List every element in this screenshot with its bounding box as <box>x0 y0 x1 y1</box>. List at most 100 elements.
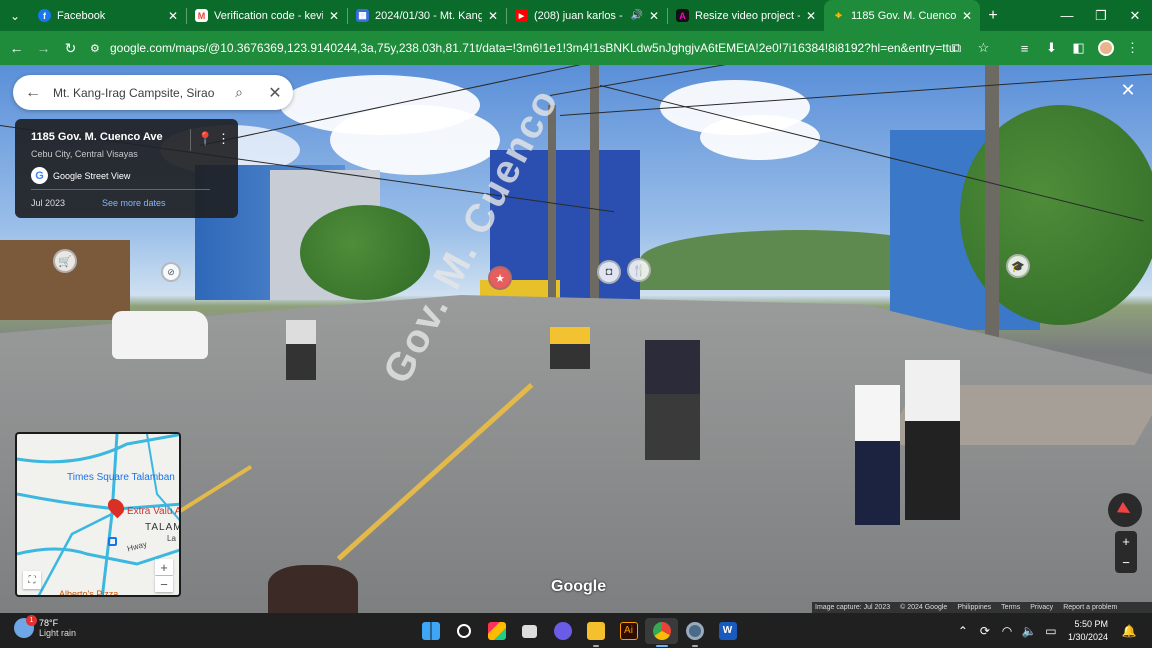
tab-title: Resize video project - Janu <box>695 9 800 22</box>
close-window-icon[interactable]: ✕ <box>1118 0 1152 31</box>
file-explorer-button[interactable] <box>579 618 612 647</box>
url-text[interactable]: google.com/maps/@10.3676369,123.9140244,… <box>110 41 956 55</box>
download-icon[interactable]: ⬇ <box>1038 40 1065 56</box>
tab-facebook[interactable]: f Facebook ✕ <box>30 0 186 31</box>
school-icon[interactable]: 🎓 <box>1006 254 1030 278</box>
cloud <box>700 115 820 160</box>
address-title: 1185 Gov. M. Cuenco Ave <box>31 131 163 143</box>
taskbar-apps: Ai W <box>414 618 744 647</box>
word-button[interactable]: W <box>711 618 744 644</box>
calendar-icon: ▦ <box>356 9 369 22</box>
zoom-in-button[interactable]: + <box>1115 531 1137 552</box>
tab-resize-video[interactable]: A Resize video project - Janu ✕ <box>668 0 824 31</box>
tab-search-icon[interactable]: ⌄ <box>0 0 30 31</box>
tab-gmail[interactable]: M Verification code - kevinm ✕ <box>187 0 347 31</box>
maps-search-box: ← ⌕ ✕ <box>13 75 293 110</box>
close-tab-icon[interactable]: ✕ <box>168 9 178 23</box>
notification-badge: 1 <box>26 615 37 626</box>
reading-list-icon[interactable]: ≡ <box>1011 41 1038 56</box>
start-button[interactable] <box>414 618 447 644</box>
bookmark-star-icon[interactable]: ☆ <box>970 40 997 56</box>
cloud <box>330 105 500 175</box>
weather-widget[interactable]: 1 78°F Light rain <box>14 615 76 638</box>
windows-taskbar: 1 78°F Light rain Ai W ⌃ ⟳ ◠ 🔈 ▭ 5:50 PM… <box>0 613 1152 648</box>
minimap[interactable]: Times Square Talamban Extra Valu A TALAM… <box>15 432 181 597</box>
task-view-button[interactable] <box>513 618 546 644</box>
close-tab-icon[interactable]: ✕ <box>962 9 972 23</box>
map-label: TALAM <box>145 522 181 533</box>
close-tab-icon[interactable]: ✕ <box>488 9 498 23</box>
privacy-link[interactable]: Privacy <box>1030 604 1053 611</box>
close-tab-icon[interactable]: ✕ <box>806 9 816 23</box>
folder-icon <box>586 622 605 640</box>
kebab-menu-icon[interactable]: ⋮ <box>1119 40 1146 56</box>
minimap-zoom-out-button[interactable]: − <box>155 576 173 592</box>
shopping-bag-icon[interactable]: ◘ <box>597 260 621 284</box>
close-street-view-icon[interactable]: ✕ <box>1116 78 1140 102</box>
minimap-zoom-in-button[interactable]: + <box>155 559 173 575</box>
chrome-button[interactable] <box>645 618 678 647</box>
widgets-button[interactable] <box>480 618 513 644</box>
chevron-up-icon[interactable]: ⌃ <box>952 624 974 638</box>
teams-chat-button[interactable] <box>546 618 579 644</box>
chrome-icon <box>652 622 671 640</box>
compass-icon[interactable] <box>1108 493 1142 527</box>
zoom-out-button[interactable]: − <box>1115 552 1137 573</box>
gear-icon <box>685 622 704 640</box>
restaurant-icon[interactable]: 🍴 <box>627 258 651 282</box>
install-app-icon[interactable]: ⧉ <box>943 40 970 56</box>
wifi-icon[interactable]: ◠ <box>996 624 1018 638</box>
region-link[interactable]: Philippines <box>957 604 991 611</box>
street-view-info-card: 1185 Gov. M. Cuenco Ave Cebu City, Centr… <box>15 119 238 218</box>
address-bar[interactable]: ⚙ google.com/maps/@10.3676369,123.914024… <box>90 35 1008 61</box>
widgets-icon <box>487 622 506 640</box>
tab-calendar[interactable]: ▦ 2024/01/30 - Mt. Kang-irag ✕ <box>348 0 506 31</box>
reload-icon[interactable]: ↻ <box>57 31 84 65</box>
search-input[interactable] <box>53 85 221 100</box>
map-label: La <box>167 534 176 543</box>
google-watermark: Google <box>551 578 607 595</box>
close-tab-icon[interactable]: ✕ <box>649 9 659 23</box>
sync-icon[interactable]: ⟳ <box>974 624 996 638</box>
tab-maps[interactable]: ⌖ 1185 Gov. M. Cuenco Ave ✕ <box>824 0 980 31</box>
tree <box>300 205 430 300</box>
divider <box>31 189 210 190</box>
back-arrow-icon[interactable]: ← <box>3 31 30 65</box>
landmark-icon[interactable]: ★ <box>488 266 512 290</box>
report-problem-link[interactable]: Report a problem <box>1063 604 1117 611</box>
search-icon[interactable]: ⌕ <box>221 84 257 101</box>
terms-link[interactable]: Terms <box>1001 604 1020 611</box>
illustrator-button[interactable]: Ai <box>612 618 645 644</box>
forward-arrow-icon[interactable]: → <box>30 31 57 65</box>
tab-title: (208) juan karlos - ERE <box>534 9 626 22</box>
speaker-icon[interactable]: 🔊 <box>630 10 642 21</box>
restore-icon[interactable]: ❐ <box>1084 0 1118 31</box>
battery-icon[interactable]: ▭ <box>1040 624 1062 638</box>
notification-bell-icon[interactable]: 🔔 <box>1118 624 1140 638</box>
tab-youtube[interactable]: ▶ (208) juan karlos - ERE 🔊 ✕ <box>507 0 667 31</box>
search-button[interactable] <box>447 618 480 644</box>
clear-search-icon[interactable]: ✕ <box>257 83 293 103</box>
windows-logo-icon <box>421 622 440 640</box>
task-view-icon <box>522 624 537 638</box>
running-indicator <box>655 645 668 647</box>
new-tab-button[interactable]: + <box>980 7 1006 25</box>
volume-icon[interactable]: 🔈 <box>1018 624 1040 638</box>
expand-map-icon[interactable]: ⛶ <box>23 571 41 589</box>
no-entry-icon[interactable]: ⊘ <box>161 262 181 282</box>
clock[interactable]: 5:50 PM 1/30/2024 <box>1068 618 1108 644</box>
see-more-dates-link[interactable]: See more dates <box>102 198 166 208</box>
location-pin-icon[interactable]: 📍 <box>197 131 213 147</box>
settings-button[interactable] <box>678 618 711 647</box>
shopping-cart-icon[interactable]: 🛒 <box>53 249 77 273</box>
site-info-icon[interactable]: ⚙ <box>90 42 110 55</box>
chat-icon <box>553 622 572 640</box>
close-tab-icon[interactable]: ✕ <box>329 9 339 23</box>
more-options-icon[interactable]: ⋮ <box>217 131 230 147</box>
side-panel-icon[interactable]: ◧ <box>1065 40 1092 56</box>
minimize-icon[interactable]: — <box>1050 0 1084 31</box>
tab-title: Verification code - kevinm <box>214 9 323 22</box>
back-arrow-icon[interactable]: ← <box>13 84 53 102</box>
youtube-icon: ▶ <box>515 9 528 22</box>
profile-avatar[interactable] <box>1092 40 1119 56</box>
